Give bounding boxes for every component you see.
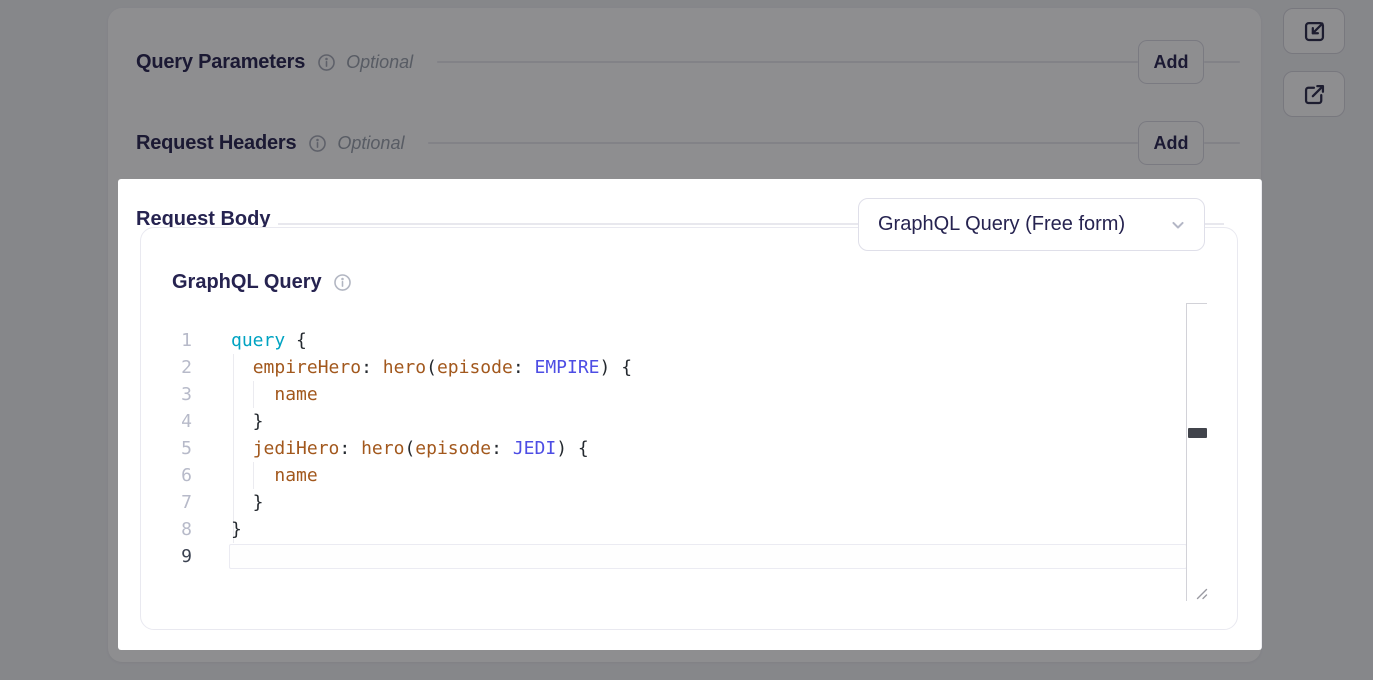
- code-token-punct: }: [231, 492, 264, 513]
- code-token-punct: :: [361, 357, 383, 378]
- editor-scrollbar-thumb[interactable]: [1188, 428, 1207, 438]
- request-headers-title: Request Headers: [136, 132, 296, 155]
- divider: [437, 61, 1138, 63]
- code-token-punct: :: [491, 438, 513, 459]
- chevron-down-icon: [1168, 215, 1188, 235]
- code-token-punct: }: [231, 411, 264, 432]
- line-number: 2: [141, 354, 192, 381]
- line-number: 3: [141, 381, 192, 408]
- code-token-enum: JEDI: [513, 438, 556, 459]
- edit-square-button[interactable]: [1283, 8, 1345, 54]
- editor-gutter: 123456789: [141, 327, 192, 570]
- code-token-name: hero: [361, 438, 404, 459]
- code-token-punct: }: [231, 519, 242, 540]
- resize-handle-icon[interactable]: [1193, 585, 1209, 601]
- graphql-query-code-editor[interactable]: query { empireHero: hero(episode: EMPIRE…: [231, 327, 632, 570]
- body-type-selected-value: GraphQL Query (Free form): [878, 213, 1125, 236]
- divider: [1204, 61, 1240, 63]
- code-token-punct: :: [339, 438, 361, 459]
- code-line: }: [231, 516, 632, 543]
- code-token-punct: [231, 384, 274, 405]
- edit-square-icon: [1301, 18, 1328, 45]
- divider: [1204, 142, 1240, 144]
- request-config-card: Query Parameters Optional Add Request He…: [108, 8, 1261, 662]
- add-query-parameter-button[interactable]: Add: [1138, 40, 1204, 84]
- code-token-punct: [231, 465, 274, 486]
- code-line: query {: [231, 327, 632, 354]
- section-query-parameters: Query Parameters Optional Add: [136, 38, 1240, 86]
- editor-label-row: GraphQL Query: [172, 271, 352, 294]
- code-token-name: episode: [437, 357, 513, 378]
- external-link-button[interactable]: [1283, 71, 1345, 117]
- code-token-punct: :: [513, 357, 535, 378]
- code-token-name: name: [274, 384, 317, 405]
- graphql-query-label: GraphQL Query: [172, 271, 322, 294]
- divider: [428, 142, 1138, 144]
- add-request-header-button[interactable]: Add: [1138, 121, 1204, 165]
- graphql-body-panel: GraphQL Query 123456789 query { empireHe…: [140, 227, 1238, 630]
- code-token-punct: {: [285, 330, 307, 351]
- body-type-select[interactable]: GraphQL Query (Free form): [858, 198, 1205, 251]
- code-line: jediHero: hero(episode: JEDI) {: [231, 435, 632, 462]
- query-parameters-title: Query Parameters: [136, 51, 305, 74]
- code-token-punct: ) {: [600, 357, 633, 378]
- code-token-enum: EMPIRE: [535, 357, 600, 378]
- code-line: empireHero: hero(episode: EMPIRE) {: [231, 354, 632, 381]
- line-number: 5: [141, 435, 192, 462]
- code-token-punct: [231, 438, 253, 459]
- code-token-name: empireHero: [253, 357, 361, 378]
- code-line: name: [231, 381, 632, 408]
- code-token-punct: ) {: [556, 438, 589, 459]
- info-icon[interactable]: [317, 53, 336, 72]
- code-line: }: [231, 489, 632, 516]
- code-token-punct: (: [426, 357, 437, 378]
- section-request-headers: Request Headers Optional Add: [136, 119, 1240, 167]
- external-link-icon: [1301, 81, 1328, 108]
- code-line: name: [231, 462, 632, 489]
- code-token-keyword: query: [231, 330, 285, 351]
- code-token-punct: (: [404, 438, 415, 459]
- line-number: 1: [141, 327, 192, 354]
- optional-label: Optional: [346, 52, 413, 73]
- optional-label: Optional: [337, 133, 404, 154]
- code-token-name: name: [274, 465, 317, 486]
- line-number: 7: [141, 489, 192, 516]
- page: Query Parameters Optional Add Request He…: [0, 0, 1373, 680]
- line-number: 4: [141, 408, 192, 435]
- code-token-punct: [231, 357, 253, 378]
- code-token-name: hero: [383, 357, 426, 378]
- line-number: 9: [141, 543, 192, 570]
- code-token-name: episode: [415, 438, 491, 459]
- editor-scrollbar-track[interactable]: [1186, 303, 1207, 601]
- code-line: }: [231, 408, 632, 435]
- line-number: 8: [141, 516, 192, 543]
- code-line: [231, 543, 632, 570]
- code-token-name: jediHero: [253, 438, 340, 459]
- info-icon[interactable]: [333, 273, 352, 292]
- line-number: 6: [141, 462, 192, 489]
- info-icon[interactable]: [308, 134, 327, 153]
